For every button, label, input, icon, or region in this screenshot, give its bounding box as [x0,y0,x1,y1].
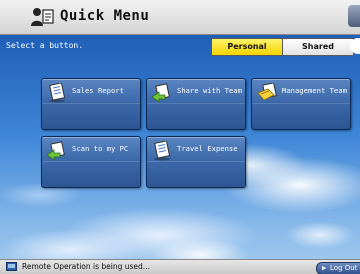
button-divider [42,103,140,104]
sales-report-label: Sales Report [72,86,124,95]
management-team-label: Management Team [282,86,347,95]
log-out-label: Log Out [330,264,358,272]
sales-report-button[interactable]: Sales Report [41,78,141,130]
management-team-button[interactable]: Management Team [251,78,351,130]
copy-document-icon [257,83,277,101]
travel-expense-label: Travel Expense [177,144,238,153]
document-icon [49,83,66,103]
scan-to-my-pc-button[interactable]: Scan to my PC [41,136,141,188]
document-icon [154,141,171,161]
person-with-document-icon [31,8,54,26]
menu-toggle-group: Personal Shared [211,38,354,56]
quick-menu-screen: Quick Menu Select a button. Personal Sha… [0,0,360,274]
button-divider [252,103,350,104]
send-document-icon [46,141,65,161]
share-with-team-label: Share with Team [177,86,242,95]
send-document-icon [151,83,170,103]
status-message: Remote Operation is being used... [22,262,150,271]
button-divider [147,161,245,162]
settings-icon[interactable] [348,5,360,27]
tab-personal[interactable]: Personal [212,39,282,55]
scroll-knob[interactable] [350,38,360,54]
log-out-icon: ▶ [322,264,327,272]
log-out-button[interactable]: ▶ Log Out [316,262,360,274]
title-bar: Quick Menu [0,0,360,35]
remote-monitor-icon [6,262,17,271]
button-divider [42,161,140,162]
page-title: Quick Menu [60,8,150,24]
share-with-team-button[interactable]: Share with Team [146,78,246,130]
status-bar: Remote Operation is being used... ▶ Log … [0,259,360,274]
tab-shared[interactable]: Shared [282,39,353,55]
instruction-text: Select a button. [6,41,84,50]
travel-expense-button[interactable]: Travel Expense [146,136,246,188]
scan-to-my-pc-label: Scan to my PC [72,144,129,153]
button-divider [147,103,245,104]
